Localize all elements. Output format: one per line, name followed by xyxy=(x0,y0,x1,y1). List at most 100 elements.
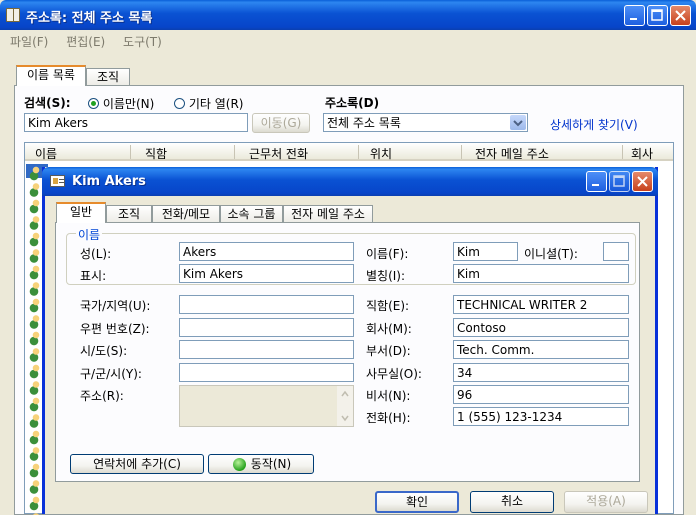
column-company[interactable]: 회사 xyxy=(631,145,653,162)
go-button[interactable]: 이동(G) xyxy=(252,113,310,133)
column-email[interactable]: 전자 메일 주소 xyxy=(475,145,549,162)
address-label: 주소(R): xyxy=(80,389,124,403)
dialog-title-bar[interactable]: Kim Akers xyxy=(42,167,658,196)
cancel-button[interactable]: 취소 xyxy=(470,491,554,513)
job-title-field[interactable]: TECHNICAL WRITER 2 xyxy=(453,295,629,314)
tab-phone-notes[interactable]: 전화/메모 xyxy=(152,205,220,223)
dialog-title: Kim Akers xyxy=(72,174,146,189)
column-work-phone[interactable]: 근무처 전화 xyxy=(249,145,308,162)
display-field[interactable]: Kim Akers xyxy=(179,264,354,283)
action-button[interactable]: 동작(N) xyxy=(208,454,314,474)
dropdown-button[interactable] xyxy=(510,115,526,130)
tab-name-list[interactable]: 이름 목록 xyxy=(16,65,86,86)
minimize-icon xyxy=(592,184,599,186)
column-title[interactable]: 직함 xyxy=(145,145,167,162)
tab-phone-notes-label: 전화/메모 xyxy=(161,207,211,221)
address-book-select[interactable]: 전체 주소 목록 xyxy=(323,113,528,132)
scroll-arrows-icon xyxy=(341,390,349,422)
initials-label: 이니셜(T): xyxy=(524,247,578,261)
close-icon xyxy=(675,10,686,21)
main-window-title: 주소록: 전체 주소 목록 xyxy=(26,11,153,26)
assistant-label: 비서(N): xyxy=(366,389,411,403)
contact-card-icon xyxy=(50,175,65,187)
phone-field[interactable]: 1 (555) 123-1234 xyxy=(453,407,629,426)
last-name-field[interactable]: Akers xyxy=(179,242,354,261)
radio-name-only-indicator[interactable] xyxy=(88,98,99,109)
dialog-maximize-button[interactable] xyxy=(609,171,630,192)
dialog-minimize-button[interactable] xyxy=(586,171,607,192)
city-field[interactable] xyxy=(179,363,354,382)
ok-button[interactable]: 확인 xyxy=(375,491,459,513)
office-label: 사무실(O): xyxy=(366,367,422,381)
last-name-label: 성(L): xyxy=(80,247,112,261)
close-icon xyxy=(637,176,648,187)
list-column-header: 이름 직함 근무처 전화 위치 전자 메일 주소 회사 xyxy=(25,143,673,161)
menu-edit[interactable]: 편집(E) xyxy=(66,35,105,49)
address-book-icon xyxy=(6,8,20,22)
department-label: 부서(D): xyxy=(366,344,411,358)
assistant-field[interactable]: 96 xyxy=(453,385,629,404)
tab-member-of[interactable]: 소속 그룹 xyxy=(220,205,283,223)
minimize-icon xyxy=(630,18,637,20)
country-label: 국가/지역(U): xyxy=(80,299,151,313)
maximize-button[interactable] xyxy=(647,5,668,26)
job-title-label: 직함(E): xyxy=(366,299,410,313)
search-input[interactable]: Kim Akers xyxy=(24,113,248,132)
menu-tools[interactable]: 도구(T) xyxy=(123,35,162,49)
address-field[interactable] xyxy=(179,385,354,427)
close-button[interactable] xyxy=(670,5,691,26)
apply-button[interactable]: 적용(A) xyxy=(564,491,648,513)
company-label: 회사(M): xyxy=(366,322,412,336)
initials-field[interactable] xyxy=(603,242,629,261)
zip-field[interactable] xyxy=(179,318,354,337)
country-field[interactable] xyxy=(179,295,354,314)
office-field[interactable]: 34 xyxy=(453,363,629,382)
radio-other-column-label: 기타 열(R) xyxy=(188,97,244,111)
menu-bar: 파일(F) 편집(E) 도구(T) xyxy=(0,30,696,50)
tab-dialog-organization[interactable]: 조직 xyxy=(106,205,152,223)
company-field[interactable]: Contoso xyxy=(453,318,629,337)
state-label: 시/도(S): xyxy=(80,344,128,358)
first-name-field[interactable]: Kim xyxy=(453,242,518,261)
column-location[interactable]: 위치 xyxy=(370,145,392,162)
main-title-bar[interactable]: 주소록: 전체 주소 목록 xyxy=(0,0,696,30)
tab-general-label: 일반 xyxy=(69,205,93,219)
address-scrollbar[interactable] xyxy=(337,386,353,426)
alias-label: 별칭(I): xyxy=(366,269,406,283)
phone-label: 전화(H): xyxy=(366,411,411,425)
maximize-icon xyxy=(613,175,625,187)
radio-other-column-indicator[interactable] xyxy=(174,98,185,109)
tab-general[interactable]: 일반 xyxy=(56,202,106,223)
radio-name-only[interactable]: 이름만(N) xyxy=(88,95,154,112)
zip-label: 우편 번호(Z): xyxy=(80,322,150,336)
dialog-close-button[interactable] xyxy=(632,171,653,192)
chevron-down-icon xyxy=(513,120,523,127)
tab-email-addresses[interactable]: 전자 메일 주소 xyxy=(283,205,373,223)
address-book-label: 주소록(D) xyxy=(325,96,380,110)
column-name[interactable]: 이름 xyxy=(35,145,57,162)
city-label: 구/군/시(Y): xyxy=(80,367,142,381)
state-field[interactable] xyxy=(179,340,354,359)
address-book-value: 전체 주소 목록 xyxy=(327,116,401,130)
advanced-find-link[interactable]: 상세하게 찾기(V) xyxy=(550,116,638,133)
list-user-icons xyxy=(29,165,43,515)
first-name-label: 이름(F): xyxy=(366,247,409,261)
radio-name-only-label: 이름만(N) xyxy=(102,97,155,111)
minimize-button[interactable] xyxy=(624,5,645,26)
alias-field[interactable]: Kim xyxy=(453,264,629,283)
maximize-icon xyxy=(651,9,663,21)
tab-organization[interactable]: 조직 xyxy=(86,68,130,86)
display-label: 표시: xyxy=(80,269,107,283)
tab-organization-label: 조직 xyxy=(96,70,120,84)
search-label: 검색(S): xyxy=(24,96,71,110)
add-to-contacts-button[interactable]: 연락처에 추가(C) xyxy=(70,454,204,474)
green-status-icon xyxy=(233,458,246,471)
radio-other-column[interactable]: 기타 열(R) xyxy=(174,95,243,112)
tab-email-addresses-label: 전자 메일 주소 xyxy=(291,207,365,221)
department-field[interactable]: Tech. Comm. xyxy=(453,340,629,359)
tab-name-list-label: 이름 목록 xyxy=(27,68,75,82)
menu-file[interactable]: 파일(F) xyxy=(10,35,48,49)
tab-dialog-organization-label: 조직 xyxy=(117,207,141,221)
name-group-label: 이름 xyxy=(76,226,103,243)
tab-member-of-label: 소속 그룹 xyxy=(227,207,276,221)
